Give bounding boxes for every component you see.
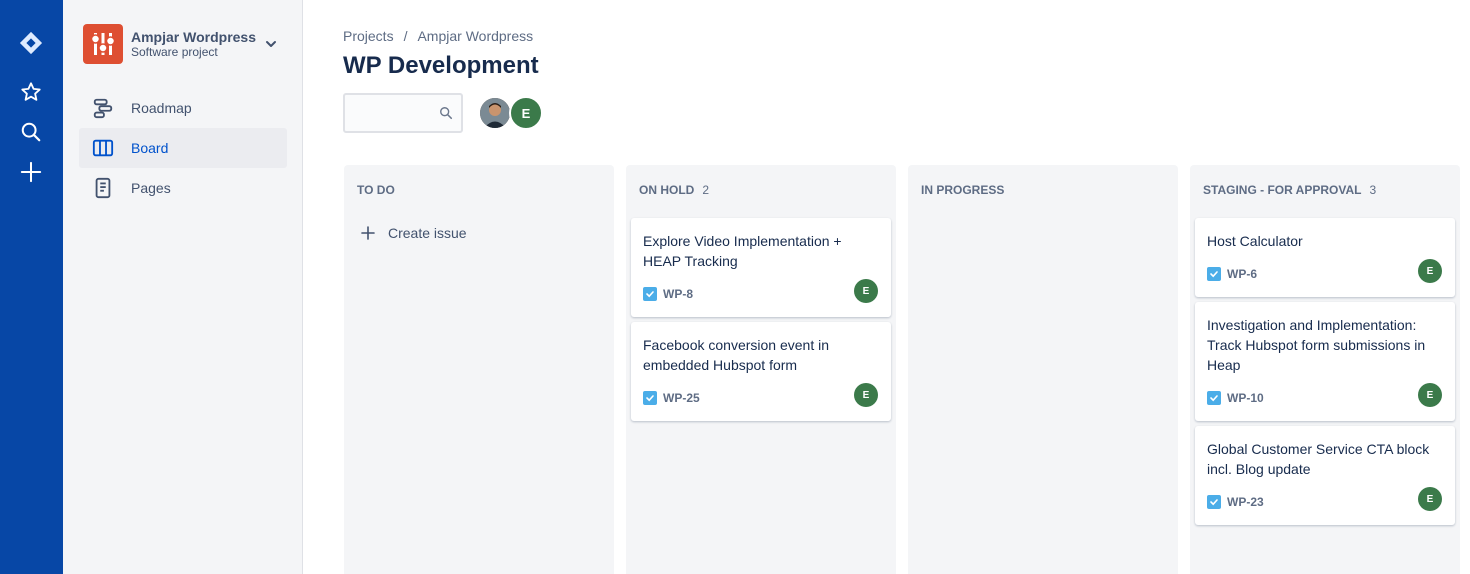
issue-card[interactable]: Investigation and Implementation: Track …	[1195, 302, 1455, 421]
column-title: ON HOLD	[639, 183, 695, 197]
avatar-photo[interactable]	[478, 96, 512, 130]
project-avatar[interactable]	[83, 24, 123, 64]
star-icon[interactable]	[19, 80, 43, 104]
task-checkbox-icon	[1207, 391, 1221, 405]
issue-key: WP-23	[1227, 495, 1264, 509]
plus-icon[interactable]	[19, 160, 43, 184]
sidebar-item-roadmap[interactable]: Roadmap	[79, 88, 287, 128]
project-name[interactable]: Ampjar Wordpress	[131, 29, 256, 45]
sidebar-item-label: Pages	[131, 180, 171, 196]
project-sidebar: Ampjar Wordpress Software project Roadma…	[63, 0, 303, 574]
issue-card[interactable]: Global Customer Service CTA block incl. …	[1195, 426, 1455, 525]
project-type: Software project	[131, 45, 218, 59]
breadcrumb-project[interactable]: Ampjar Wordpress	[417, 28, 533, 44]
breadcrumb-separator: /	[403, 28, 408, 44]
breadcrumb: Projects / Ampjar Wordpress	[343, 28, 533, 44]
column-header: ON HOLD 2	[639, 183, 709, 197]
assignee-avatar[interactable]: E	[1418, 487, 1442, 511]
issue-card[interactable]: Facebook conversion event in embedded Hu…	[631, 322, 891, 421]
column-staging: STAGING - FOR APPROVAL 3 Host Calculator …	[1190, 165, 1460, 574]
issue-card[interactable]: Explore Video Implementation + HEAP Trac…	[631, 218, 891, 317]
issue-key: WP-8	[663, 287, 693, 301]
pages-icon	[91, 176, 115, 200]
card-title: Explore Video Implementation + HEAP Trac…	[643, 233, 842, 269]
column-header: IN PROGRESS	[921, 183, 1004, 197]
chevron-down-icon[interactable]	[263, 36, 279, 52]
column-title: STAGING - FOR APPROVAL	[1203, 183, 1362, 197]
search-icon[interactable]	[19, 120, 43, 144]
column-header: TO DO	[357, 183, 395, 197]
column-on-hold: ON HOLD 2 Explore Video Implementation + …	[626, 165, 896, 574]
column-title: TO DO	[357, 183, 395, 197]
card-title: Global Customer Service CTA block incl. …	[1207, 441, 1430, 477]
task-checkbox-icon	[643, 287, 657, 301]
sidebar-item-label: Board	[131, 140, 169, 156]
create-issue-label: Create issue	[388, 225, 467, 241]
card-title: Investigation and Implementation: Track …	[1207, 317, 1426, 373]
task-checkbox-icon	[1207, 267, 1221, 281]
page-title: WP Development	[343, 52, 539, 79]
jira-logo-icon[interactable]	[19, 31, 43, 55]
board-icon	[91, 136, 115, 160]
sidebar-item-pages[interactable]: Pages	[79, 168, 287, 208]
card-title: Facebook conversion event in embedded Hu…	[643, 337, 829, 373]
column-todo: TO DO Create issue	[344, 165, 614, 574]
assignee-avatar[interactable]: E	[854, 383, 878, 407]
issue-card[interactable]: Host Calculator WP-6 E	[1195, 218, 1455, 297]
sidebar-item-board[interactable]: Board	[79, 128, 287, 168]
search-input[interactable]	[343, 93, 463, 133]
task-checkbox-icon	[643, 391, 657, 405]
plus-icon	[360, 225, 376, 241]
assignee-avatar[interactable]: E	[1418, 259, 1442, 283]
task-checkbox-icon	[1207, 495, 1221, 509]
issue-key: WP-6	[1227, 267, 1257, 281]
assignee-avatar[interactable]: E	[1418, 383, 1442, 407]
sidebar-item-label: Roadmap	[131, 100, 192, 116]
global-nav	[0, 0, 63, 574]
assignee-avatar[interactable]: E	[854, 279, 878, 303]
issue-key: WP-25	[663, 391, 700, 405]
roadmap-icon	[91, 96, 115, 120]
breadcrumb-projects[interactable]: Projects	[343, 28, 394, 44]
column-header: STAGING - FOR APPROVAL 3	[1203, 183, 1376, 197]
card-title: Host Calculator	[1207, 233, 1303, 249]
create-issue-button[interactable]: Create issue	[360, 225, 467, 241]
column-in-progress: IN PROGRESS	[908, 165, 1178, 574]
issue-key: WP-10	[1227, 391, 1264, 405]
column-count: 2	[702, 183, 710, 197]
search-icon	[439, 106, 453, 120]
column-count: 3	[1369, 183, 1377, 197]
column-title: IN PROGRESS	[921, 183, 1005, 197]
avatar-initial[interactable]: E	[509, 96, 543, 130]
